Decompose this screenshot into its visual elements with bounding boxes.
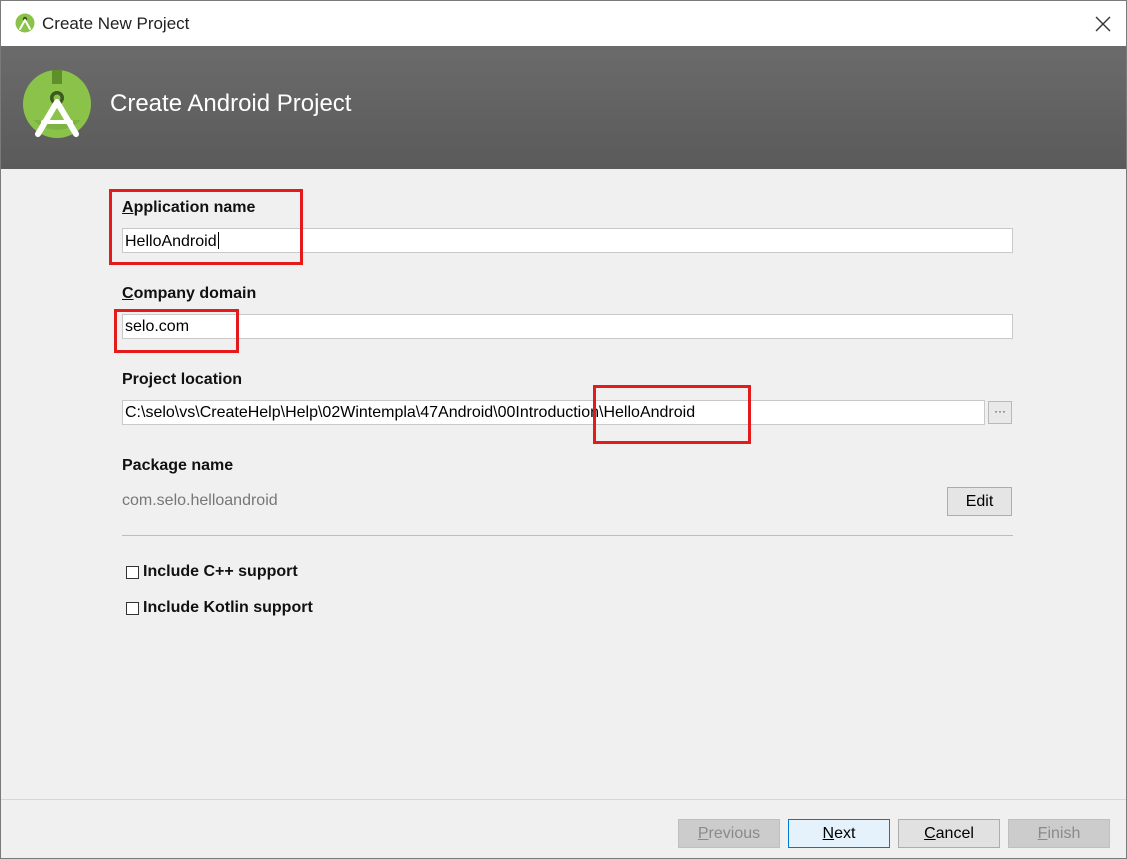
browse-button[interactable]: ··· <box>988 401 1012 424</box>
mnemonic: N <box>822 825 835 842</box>
highlight-box-company-domain <box>114 309 239 353</box>
highlight-box-location-folder <box>593 385 751 444</box>
close-button[interactable] <box>1080 1 1126 46</box>
highlight-box-app-name <box>109 189 303 265</box>
company-domain-label: Company domain <box>122 285 256 303</box>
project-location-label: Project location <box>122 371 243 388</box>
include-cpp-checkbox[interactable]: Include C++ support <box>126 563 298 581</box>
project-form: Application name HelloAndroid Company do… <box>1 169 1126 799</box>
button-label: ancel <box>935 825 974 842</box>
button-label: inish <box>1047 825 1081 842</box>
edit-package-button[interactable]: Edit <box>947 487 1012 516</box>
divider <box>122 535 1013 536</box>
create-project-dialog: Create New Project Create Android Projec… <box>0 0 1127 859</box>
company-domain-input[interactable]: selo.com <box>122 314 1013 339</box>
include-kotlin-checkbox[interactable]: Include Kotlin support <box>126 599 313 617</box>
checkbox-label: Include C++ support <box>143 563 298 580</box>
button-label: revious <box>708 825 761 842</box>
header-banner: Create Android Project <box>1 46 1126 169</box>
mnemonic: C <box>924 825 936 842</box>
android-studio-logo <box>23 70 91 138</box>
title-bar: Create New Project <box>1 1 1126 46</box>
finish-button[interactable]: Finish <box>1008 819 1110 848</box>
android-studio-icon <box>15 13 35 33</box>
page-title: Create Android Project <box>110 90 352 117</box>
mnemonic: C <box>122 285 134 302</box>
checkbox-box[interactable] <box>126 565 139 579</box>
checkbox-label: Include Kotlin support <box>143 599 313 616</box>
previous-button[interactable]: Previous <box>678 819 780 848</box>
next-button[interactable]: Next <box>788 819 890 848</box>
mnemonic: P <box>697 825 709 842</box>
label-text: ompany domain <box>133 285 257 302</box>
button-bar: Previous Next Cancel Finish <box>1 799 1126 858</box>
package-name-label: Package name <box>122 457 234 474</box>
checkbox-box[interactable] <box>126 601 139 615</box>
close-icon <box>1095 16 1111 31</box>
window-title: Create New Project <box>42 14 190 33</box>
cancel-button[interactable]: Cancel <box>898 819 1000 848</box>
button-label: ext <box>834 825 856 842</box>
package-name-value: com.selo.helloandroid <box>122 492 278 509</box>
mnemonic: F <box>1037 825 1048 842</box>
project-location-input[interactable]: C:\selo\vs\CreateHelp\Help\02Wintempla\4… <box>122 400 985 425</box>
